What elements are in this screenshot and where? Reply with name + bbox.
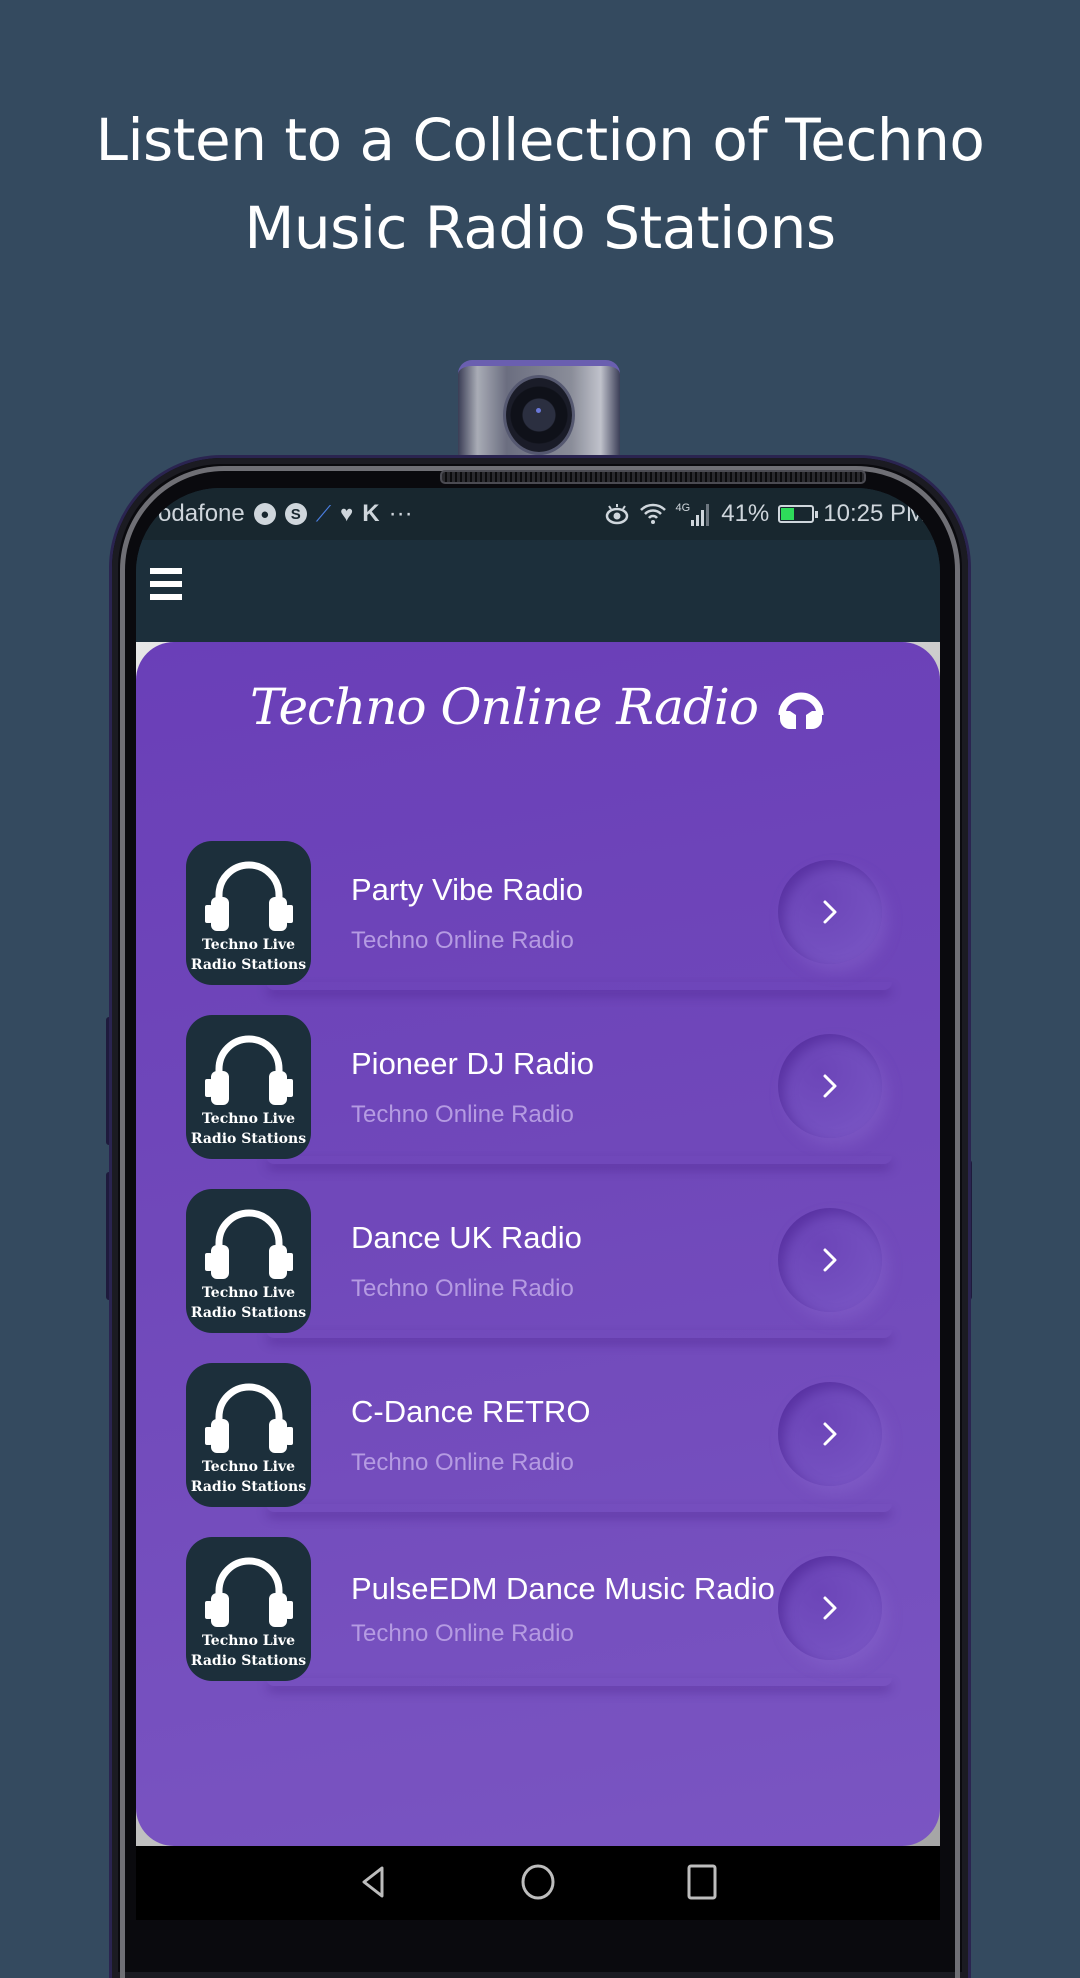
station-list: Techno Live Radio Stations Party Vibe Ra…	[186, 840, 892, 1710]
thumbnail-caption-line-1: Techno Live	[201, 1285, 296, 1301]
chevron-right-icon	[823, 1248, 837, 1272]
headphones-icon	[204, 1035, 293, 1105]
promo-headline: Listen to a Collection of Techno Music R…	[0, 96, 1080, 272]
headphones-icon	[204, 1557, 293, 1627]
station-thumbnail: Techno Live Radio Stations	[186, 1189, 311, 1333]
navigation-bar	[136, 1846, 940, 1920]
battery-percent: 41%	[721, 500, 770, 527]
thumbnail-caption-line-1: Techno Live	[201, 1633, 296, 1649]
wifi-icon	[639, 502, 667, 526]
card-title-text: Techno Online Radio	[249, 678, 759, 736]
eye-comfort-icon	[604, 503, 630, 525]
hamburger-menu-icon[interactable]	[150, 564, 182, 604]
shoe-app-icon: ⟋	[315, 501, 332, 526]
chevron-right-icon	[823, 900, 837, 924]
thumbnail-caption-line-2: Radio Stations	[190, 1131, 307, 1147]
open-station-button[interactable]	[778, 1208, 882, 1312]
status-bar: vodafone ● S ⟋ ♥ K ··· 4G 41% 10:25 PM	[136, 488, 940, 540]
popup-camera	[458, 360, 620, 464]
headphones-icon	[204, 861, 293, 931]
home-button[interactable]	[518, 1862, 558, 1902]
station-list-item[interactable]: Techno Live Radio Stations Party Vibe Ra…	[186, 840, 892, 986]
earpiece-speaker	[440, 470, 866, 484]
thumbnail-caption-line-2: Radio Stations	[190, 1653, 307, 1669]
s-app-icon: S	[284, 503, 307, 525]
home-circle-icon	[521, 1864, 555, 1900]
clock: 10:25 PM	[823, 500, 926, 527]
more-dots-icon: ···	[388, 500, 413, 527]
headphones-icon	[778, 692, 824, 729]
thumbnail-caption-line-2: Radio Stations	[190, 957, 307, 973]
thumbnail-caption-line-1: Techno Live	[201, 937, 296, 953]
headphones-icon	[204, 1209, 293, 1279]
heart-app-icon: ♥	[340, 501, 354, 526]
thumbnail-caption-line-1: Techno Live	[201, 1111, 296, 1127]
kucoin-app-icon: K	[362, 500, 380, 527]
open-station-button[interactable]	[778, 1556, 882, 1660]
back-triangle-icon	[362, 1866, 384, 1898]
chevron-right-icon	[823, 1074, 837, 1098]
recents-button[interactable]	[682, 1862, 722, 1902]
signal-icon: 4G	[676, 502, 713, 526]
recents-square-icon	[687, 1864, 717, 1900]
station-list-item[interactable]: Techno Live Radio Stations Dance UK Radi…	[186, 1188, 892, 1334]
thumbnail-caption-line-1: Techno Live	[201, 1459, 296, 1475]
promo-headline-line-1: Listen to a Collection of Techno	[95, 106, 985, 174]
station-list-item[interactable]: Techno Live Radio Stations C-Dance RETRO…	[186, 1362, 892, 1508]
station-thumbnail: Techno Live Radio Stations	[186, 841, 311, 985]
chevron-right-icon	[823, 1596, 837, 1620]
chevron-right-icon	[823, 1422, 837, 1446]
stations-card: Techno Online Radio Techno Live Radio St…	[136, 642, 940, 1846]
thumbnail-caption-line-2: Radio Stations	[190, 1479, 307, 1495]
station-thumbnail: Techno Live Radio Stations	[186, 1015, 311, 1159]
open-station-button[interactable]	[778, 1382, 882, 1486]
open-station-button[interactable]	[778, 1034, 882, 1138]
duck-app-icon: ●	[253, 503, 276, 525]
station-thumbnail: Techno Live Radio Stations	[186, 1363, 311, 1507]
promo-headline-line-2: Music Radio Stations	[244, 194, 836, 262]
card-title: Techno Online Radio	[136, 678, 940, 736]
back-button[interactable]	[354, 1862, 394, 1902]
station-thumbnail: Techno Live Radio Stations	[186, 1537, 311, 1681]
camera-lens	[506, 378, 572, 452]
thumbnail-caption-line-2: Radio Stations	[190, 1305, 307, 1321]
battery-fill	[781, 508, 794, 520]
phone-screen: vodafone ● S ⟋ ♥ K ··· 4G 41% 10:25 PM T…	[136, 488, 940, 1920]
station-list-item[interactable]: Techno Live Radio Stations Pioneer DJ Ra…	[186, 1014, 892, 1160]
carrier-label: vodafone	[146, 500, 245, 527]
headphones-icon	[204, 1383, 293, 1453]
battery-icon	[778, 505, 819, 523]
app-bar	[136, 540, 940, 642]
network-type-label: 4G	[675, 502, 691, 514]
open-station-button[interactable]	[778, 860, 882, 964]
station-list-item[interactable]: Techno Live Radio Stations PulseEDM Danc…	[186, 1536, 892, 1682]
